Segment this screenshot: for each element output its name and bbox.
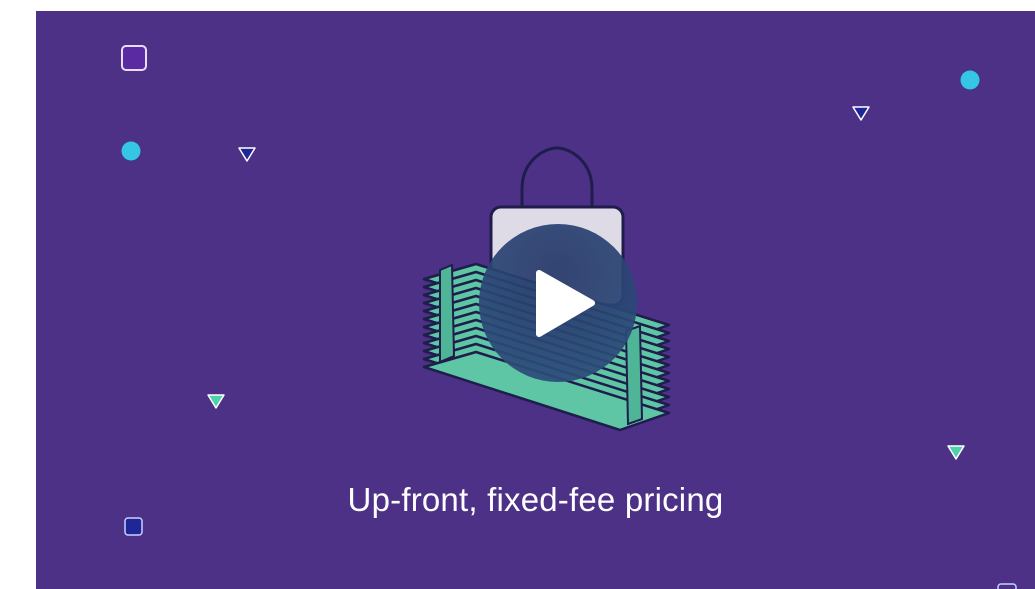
play-button[interactable] — [478, 223, 638, 383]
video-player[interactable]: Up-front, fixed-fee pricing — [36, 11, 1035, 589]
video-caption: Up-front, fixed-fee pricing — [347, 481, 724, 518]
play-icon — [479, 224, 637, 382]
